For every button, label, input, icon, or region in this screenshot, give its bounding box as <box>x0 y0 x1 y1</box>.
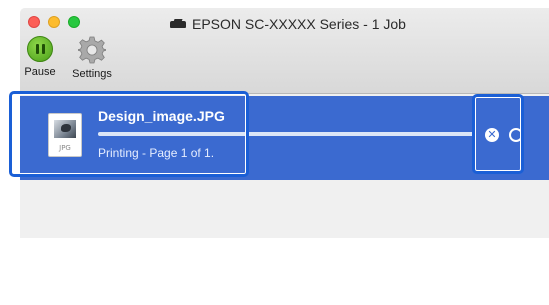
close-window-button[interactable] <box>28 16 40 28</box>
settings-button[interactable]: Settings <box>66 36 118 80</box>
pause-icon <box>27 36 53 62</box>
gear-icon <box>78 36 106 64</box>
cancel-button-callout <box>472 94 524 174</box>
zoom-window-button[interactable] <box>68 16 80 28</box>
titlebar: EPSON SC-XXXXX Series - 1 Job Pause Sett… <box>20 8 549 94</box>
settings-label: Settings <box>72 68 112 80</box>
printer-icon <box>170 19 186 29</box>
job-info-callout <box>9 91 249 177</box>
minimize-window-button[interactable] <box>48 16 60 28</box>
pause-label: Pause <box>24 66 56 78</box>
window-title-group: EPSON SC-XXXXX Series - 1 Job <box>170 16 406 32</box>
pause-button[interactable]: Pause <box>20 36 60 78</box>
window-title: EPSON SC-XXXXX Series - 1 Job <box>192 16 406 32</box>
